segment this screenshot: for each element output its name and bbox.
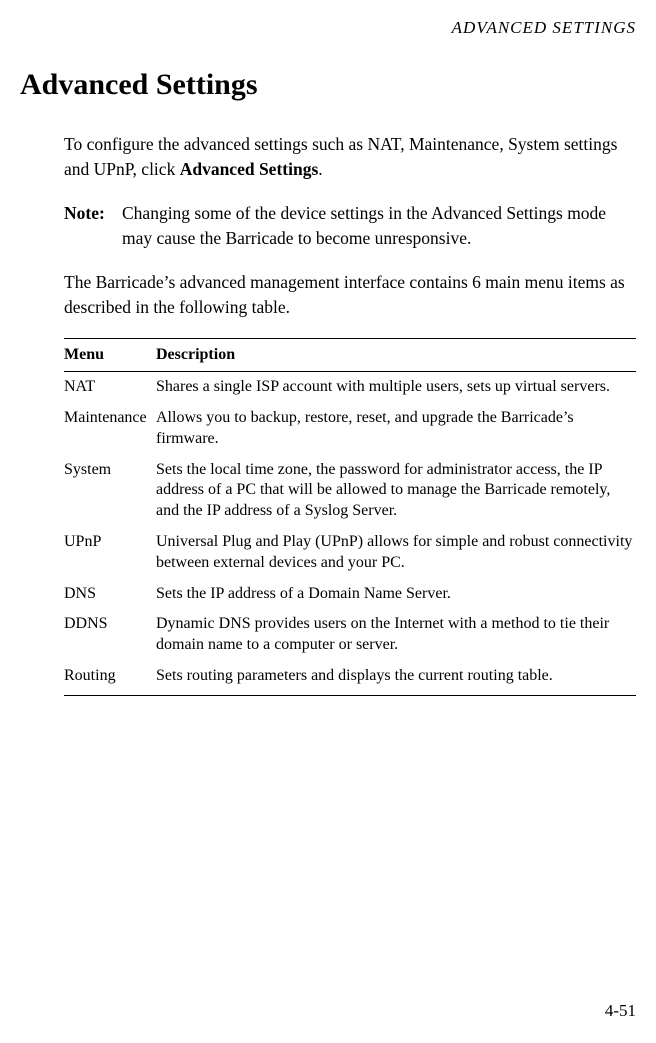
table-cell-menu: UPnP [64,527,156,579]
table-row: System Sets the local time zone, the pas… [64,455,636,527]
paragraph-2: The Barricade’s advanced management inte… [64,270,636,321]
intro-paragraph: To configure the advanced settings such … [64,132,636,183]
table-cell-description: Allows you to backup, restore, reset, an… [156,403,636,455]
page-number: 4-51 [605,1001,636,1021]
table-row: DNS Sets the IP address of a Domain Name… [64,579,636,610]
table-cell-description: Shares a single ISP account with multipl… [156,372,636,403]
table-header-row: Menu Description [64,339,636,372]
table-cell-menu: DDNS [64,609,156,661]
note-label: Note: [64,201,122,252]
menu-table: Menu Description NAT Shares a single ISP… [64,338,636,696]
table-cell-description: Sets the IP address of a Domain Name Ser… [156,579,636,610]
intro-prefix: To configure the advanced settings such … [64,134,617,179]
table-row: Routing Sets routing parameters and disp… [64,661,636,695]
note-text: Changing some of the device settings in … [122,201,636,252]
table-cell-menu: Routing [64,661,156,695]
table-cell-menu: Maintenance [64,403,156,455]
running-header: ADVANCED SETTINGS [0,0,656,38]
table-cell-description: Sets the local time zone, the password f… [156,455,636,527]
table-cell-description: Sets routing parameters and displays the… [156,661,636,695]
table-row: NAT Shares a single ISP account with mul… [64,372,636,403]
intro-bold: Advanced Settings [180,159,319,179]
body-section: To configure the advanced settings such … [20,132,636,696]
table-header-description: Description [156,339,636,372]
table-row: Maintenance Allows you to backup, restor… [64,403,636,455]
table-cell-menu: NAT [64,372,156,403]
table-header-menu: Menu [64,339,156,372]
table-cell-menu: System [64,455,156,527]
note-block: Note: Changing some of the device settin… [64,201,636,252]
table-cell-description: Dynamic DNS provides users on the Intern… [156,609,636,661]
table-cell-menu: DNS [64,579,156,610]
page-title: Advanced Settings [20,68,636,102]
page-content: Advanced Settings To configure the advan… [0,38,656,696]
table-row: DDNS Dynamic DNS provides users on the I… [64,609,636,661]
table-cell-description: Universal Plug and Play (UPnP) allows fo… [156,527,636,579]
intro-suffix: . [318,159,322,179]
table-row: UPnP Universal Plug and Play (UPnP) allo… [64,527,636,579]
